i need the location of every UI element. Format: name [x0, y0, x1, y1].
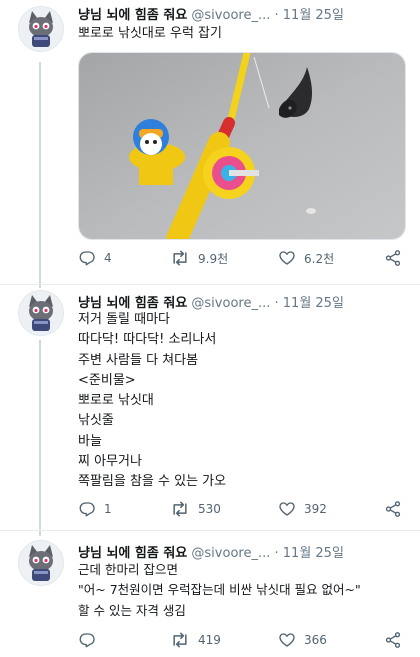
- timestamp[interactable]: 11월 25일: [283, 546, 344, 561]
- tweet-actions: 4 9.9천 6.2천: [78, 249, 408, 271]
- timestamp[interactable]: 11월 25일: [283, 8, 344, 23]
- tweet[interactable]: 냥님 뇌에 힘좀 줘요 @sivoore_... · 11월 25일 근데 한마…: [0, 530, 420, 657]
- avatar[interactable]: [18, 540, 64, 586]
- retweet-action[interactable]: 419: [170, 631, 221, 649]
- tweet-header: 냥님 뇌에 힘좀 줘요 @sivoore_... · 11월 25일: [78, 4, 344, 23]
- share-action[interactable]: [384, 249, 402, 267]
- user-handle[interactable]: @sivoore_...: [191, 546, 270, 561]
- retweet-action[interactable]: 9.9천: [170, 249, 228, 267]
- retweet-count: 530: [198, 502, 221, 516]
- share-action[interactable]: [384, 500, 402, 518]
- tweet-photo[interactable]: [78, 52, 406, 240]
- like-count: 6.2천: [304, 251, 335, 266]
- tweet-header: 냥님 뇌에 힘좀 줘요 @sivoore_... · 11월 25일: [78, 542, 344, 561]
- tweet-text: 뽀로로 낚싯대로 우럭 잡기: [78, 26, 222, 41]
- tweet-header: 냥님 뇌에 힘좀 줘요 @sivoore_... · 11월 25일: [78, 292, 344, 311]
- like-action[interactable]: 392: [278, 500, 327, 518]
- retweet-count: 9.9천: [198, 251, 229, 266]
- display-name[interactable]: 냥님 뇌에 힘좀 줘요: [78, 546, 187, 561]
- retweet-count: 419: [198, 633, 221, 647]
- heart-icon: [279, 251, 295, 265]
- tweet-text: 저거 돌릴 때마다 따다닥! 따다닥! 소리나서 주변 사람들 다 쳐다봄 <준…: [78, 312, 227, 490]
- reply-count: 4: [104, 251, 112, 265]
- timestamp[interactable]: 11월 25일: [283, 296, 344, 311]
- avatar[interactable]: [18, 6, 64, 52]
- reply-action[interactable]: [78, 631, 104, 649]
- user-handle[interactable]: @sivoore_...: [191, 8, 270, 23]
- share-action[interactable]: [384, 631, 402, 649]
- share-icon: [385, 632, 401, 648]
- like-action[interactable]: 366: [278, 631, 327, 649]
- reply-icon: [79, 251, 95, 266]
- retweet-icon: [173, 501, 187, 517]
- reply-action[interactable]: 1: [78, 500, 112, 518]
- tweet-text: 근데 한마리 잡으면 "어~ 7천원이면 우럭잡는데 비싼 낚싯대 필요 없어~…: [78, 562, 361, 618]
- reply-count: 1: [104, 502, 112, 516]
- tweet[interactable]: 냥님 뇌에 힘좀 줘요 @sivoore_... · 11월 25일 뽀로로 낚…: [0, 0, 420, 284]
- like-count: 392: [304, 502, 327, 516]
- reply-icon: [79, 633, 95, 648]
- tweet[interactable]: 냥님 뇌에 힘좀 줘요 @sivoore_... · 11월 25일 저거 돌릴…: [0, 284, 420, 530]
- separator-dot: ·: [274, 546, 279, 561]
- reply-action[interactable]: 4: [78, 249, 112, 267]
- tweet-actions: 1 530 392: [78, 500, 408, 522]
- retweet-icon: [173, 250, 187, 266]
- reply-icon: [79, 502, 95, 517]
- user-handle[interactable]: @sivoore_...: [191, 296, 270, 311]
- retweet-action[interactable]: 530: [170, 500, 221, 518]
- heart-icon: [279, 502, 295, 516]
- share-icon: [385, 501, 401, 517]
- avatar[interactable]: [18, 290, 64, 336]
- heart-icon: [279, 633, 295, 647]
- retweet-icon: [173, 632, 187, 648]
- separator-dot: ·: [274, 8, 279, 23]
- like-count: 366: [304, 633, 327, 647]
- tweet-actions: 419 366: [78, 631, 408, 653]
- like-action[interactable]: 6.2천: [278, 249, 334, 267]
- share-icon: [385, 250, 401, 266]
- display-name[interactable]: 냥님 뇌에 힘좀 줘요: [78, 8, 187, 23]
- separator-dot: ·: [274, 296, 279, 311]
- display-name[interactable]: 냥님 뇌에 힘좀 줘요: [78, 296, 187, 311]
